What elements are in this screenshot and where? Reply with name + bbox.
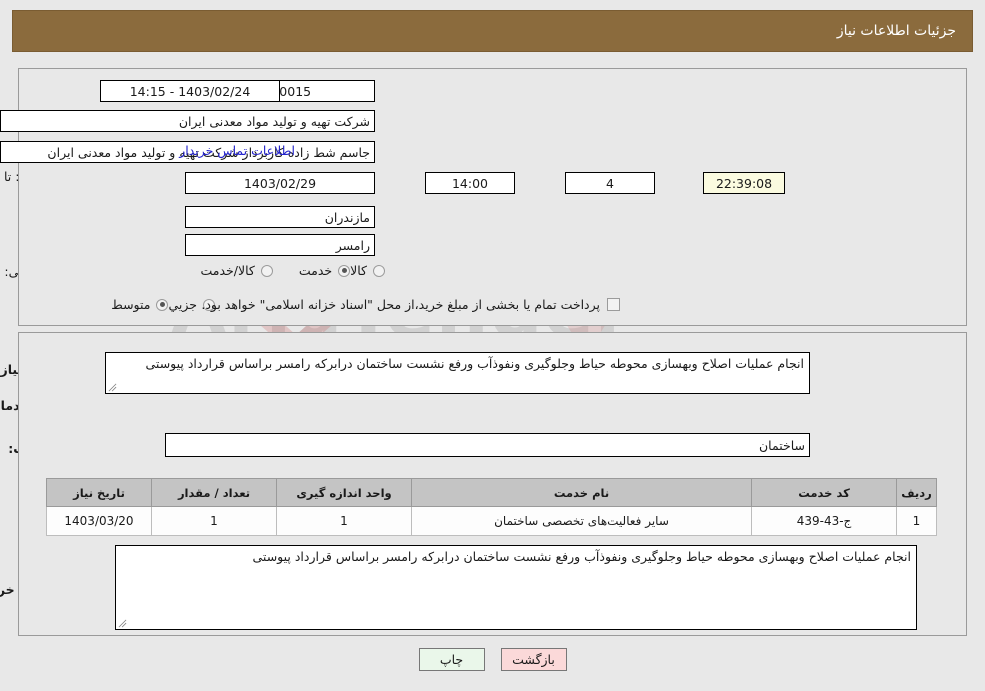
table-row: 1 ج-43-439 سایر فعالیت‌های تخصصی ساختمان… xyxy=(46,506,937,536)
page-root: AriaTender .net جزئیات اطلاعات نیاز شمار… xyxy=(0,0,985,691)
process-option-label: جزیي xyxy=(168,297,197,312)
category-option-label: کالا xyxy=(350,263,367,278)
radio-icon[interactable] xyxy=(156,298,169,311)
page-title: جزئیات اطلاعات نیاز xyxy=(836,23,956,39)
col-header-code: کد خدمت xyxy=(751,478,897,507)
radio-icon[interactable] xyxy=(373,264,385,277)
col-header-unit: واحد اندازه گیری xyxy=(276,478,412,507)
cell-qty: 1 xyxy=(151,506,277,536)
province-field[interactable]: مازندران xyxy=(185,206,375,228)
cell-date: 1403/03/20 xyxy=(46,506,152,536)
radio-icon[interactable] xyxy=(338,264,351,277)
category-option-kala-khedmat[interactable]: کالا/خدمت xyxy=(200,263,273,278)
city-field[interactable]: رامسر xyxy=(185,234,375,256)
category-option-label: کالا/خدمت xyxy=(200,263,255,278)
buyer-notes-text: انجام عملیات اصلاح وبهسازی محوطه حیاط وج… xyxy=(252,549,911,564)
deadline-hour-field[interactable]: 14:00 xyxy=(425,172,515,194)
treasury-checkbox-row[interactable]: پرداخت تمام یا بخشی از مبلغ خرید،از محل … xyxy=(201,297,620,312)
deadline-date-field[interactable]: 1403/02/29 xyxy=(185,172,375,194)
col-header-row: ردیف xyxy=(896,478,937,507)
services-table: ردیف کد خدمت نام خدمت واحد اندازه گیری ت… xyxy=(46,478,937,536)
service-group-field[interactable]: ساختمان xyxy=(165,433,810,457)
category-option-khedmat[interactable]: خدمت xyxy=(298,263,351,278)
cell-row: 1 xyxy=(896,506,937,536)
radio-icon[interactable] xyxy=(260,264,273,277)
col-header-date: تاریخ نیاز xyxy=(46,478,152,507)
table-header-row: ردیف کد خدمت نام خدمت واحد اندازه گیری ت… xyxy=(46,478,937,507)
back-button[interactable]: بازگشت xyxy=(500,648,567,671)
resize-grip-icon[interactable] xyxy=(108,383,117,392)
buyer-org-field[interactable]: شرکت تهیه و تولید مواد معدنی ایران xyxy=(0,110,375,132)
cell-name: سایر فعالیت‌های تخصصی ساختمان xyxy=(411,506,752,536)
col-header-qty: تعداد / مقدار xyxy=(151,478,277,507)
category-option-label: خدمت xyxy=(298,263,333,278)
countdown-field: 22:39:08 xyxy=(703,172,785,194)
days-remaining-field[interactable]: 4 xyxy=(565,172,655,194)
checkbox-icon[interactable] xyxy=(607,298,620,311)
general-description-text: انجام عملیات اصلاح وبهسازی محوطه حیاط وج… xyxy=(145,356,804,371)
buyer-contact-link[interactable]: اطلاعات تماس خریدار xyxy=(179,143,295,158)
col-header-name: نام خدمت xyxy=(411,478,752,507)
page-title-bar: جزئیات اطلاعات نیاز xyxy=(12,10,973,52)
process-option-motavaset[interactable]: متوسط xyxy=(111,297,169,312)
process-option-label: متوسط xyxy=(111,297,151,312)
cell-unit: 1 xyxy=(276,506,412,536)
need-info-panel xyxy=(18,68,967,326)
category-option-kala[interactable]: کالا xyxy=(350,263,385,278)
print-button[interactable]: چاپ xyxy=(418,648,485,671)
action-button-bar: بازگشت چاپ xyxy=(0,648,985,671)
treasury-note-text: پرداخت تمام یا بخشی از مبلغ خرید،از محل … xyxy=(201,297,600,312)
cell-code: ج-43-439 xyxy=(751,506,897,536)
general-description-textarea[interactable]: انجام عملیات اصلاح وبهسازی محوطه حیاط وج… xyxy=(105,352,810,394)
process-radio-group: جزیي متوسط xyxy=(85,297,215,312)
announce-datetime-field[interactable]: 1403/02/24 - 14:15 xyxy=(100,80,280,102)
resize-grip-icon[interactable] xyxy=(118,619,127,628)
buyer-notes-textarea[interactable]: انجام عملیات اصلاح وبهسازی محوطه حیاط وج… xyxy=(115,545,917,630)
category-radio-group: کالا خدمت کالا/خدمت xyxy=(174,263,385,278)
